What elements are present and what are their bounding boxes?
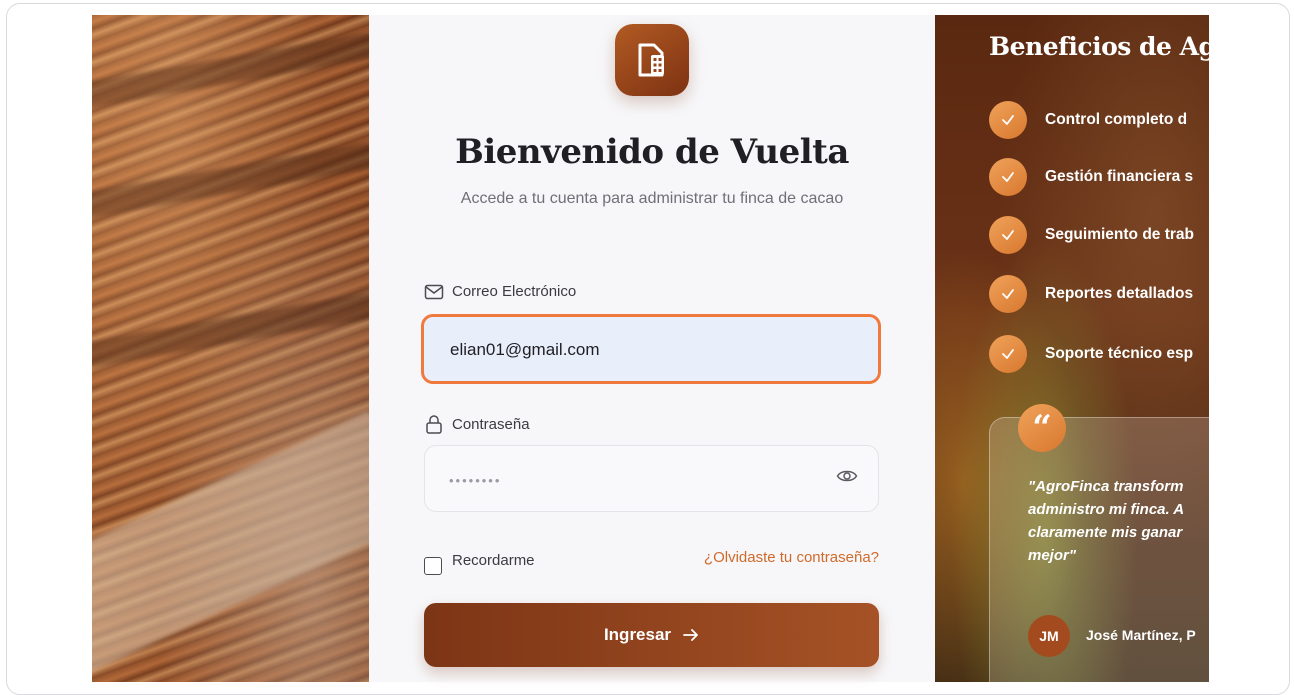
remember-me-row: Recordarme bbox=[424, 545, 535, 575]
testimonial-card: “ "AgroFinca transform administro mi fin… bbox=[989, 404, 1209, 682]
testimonial-quote: "AgroFinca transform administro mi finca… bbox=[1028, 478, 1185, 564]
benefit-item: Control completo d bbox=[989, 101, 1187, 139]
benefit-label: Soporte técnico esp bbox=[1045, 345, 1194, 362]
avatar: JM bbox=[1028, 615, 1070, 657]
benefit-item: Soporte técnico esp bbox=[989, 335, 1193, 373]
eye-icon[interactable] bbox=[836, 468, 858, 484]
password-input[interactable] bbox=[447, 462, 831, 498]
benefit-label: Gestión financiera s bbox=[1045, 168, 1194, 185]
benefit-item: Reportes detallados bbox=[989, 275, 1193, 313]
password-label: Contraseña bbox=[452, 415, 530, 433]
check-icon bbox=[989, 216, 1027, 254]
check-icon bbox=[989, 335, 1027, 373]
email-label: Correo Electrónico bbox=[452, 283, 577, 300]
login-card: Bienvenido de Vuelta Accede a tu cuenta … bbox=[369, 15, 935, 682]
email-input[interactable] bbox=[448, 331, 852, 369]
benefit-label: Reportes detallados bbox=[1045, 285, 1194, 302]
document-calculator-icon bbox=[638, 43, 664, 77]
cacao-beans-photo bbox=[92, 15, 369, 682]
benefits-title: Beneficios de Ag bbox=[989, 32, 1209, 61]
page-title: Bienvenido de Vuelta bbox=[455, 132, 849, 172]
benefits-panel: Beneficios de Ag Control completo d Gest… bbox=[935, 15, 1209, 682]
email-label-row: Correo Electrónico bbox=[424, 283, 576, 300]
check-icon bbox=[989, 275, 1027, 313]
page-subtitle: Accede a tu cuenta para administrar tu f… bbox=[460, 190, 844, 207]
lock-icon bbox=[426, 415, 442, 434]
password-field-container bbox=[424, 445, 879, 512]
benefit-item: Seguimiento de trab bbox=[989, 216, 1194, 254]
check-icon bbox=[989, 158, 1027, 196]
benefit-label: Control completo d bbox=[1045, 111, 1188, 128]
benefit-item: Gestión financiera s bbox=[989, 158, 1193, 196]
arrow-right-icon bbox=[683, 629, 698, 641]
login-button-label: Ingresar bbox=[603, 625, 672, 644]
benefit-label: Seguimiento de trab bbox=[1045, 226, 1194, 243]
mail-icon bbox=[424, 284, 444, 299]
forgot-password-link[interactable]: ¿Olvidaste tu contraseña? bbox=[704, 549, 879, 566]
testimonial-author: José Martínez, P bbox=[1086, 627, 1196, 643]
quote-icon: “ bbox=[1018, 404, 1066, 452]
login-button[interactable]: Ingresar bbox=[424, 603, 879, 667]
email-field-container bbox=[421, 314, 881, 384]
check-icon bbox=[989, 101, 1027, 139]
remember-checkbox[interactable] bbox=[424, 557, 442, 575]
remember-label: Recordarme bbox=[452, 551, 535, 569]
app-logo bbox=[615, 24, 689, 96]
password-label-row: Contraseña bbox=[424, 414, 530, 434]
